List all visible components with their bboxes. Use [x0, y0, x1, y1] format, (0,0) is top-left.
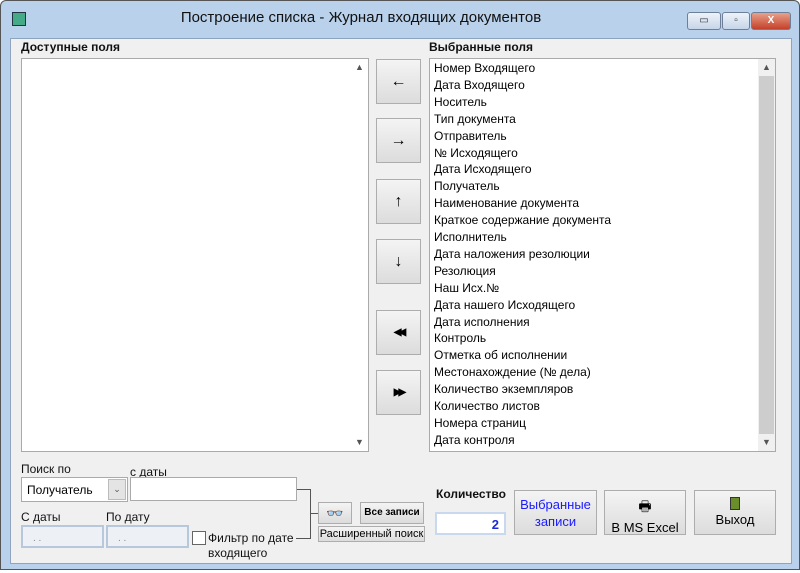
list-item[interactable]: Носитель — [434, 95, 487, 109]
advanced-search-button[interactable]: Расширенный поиск — [318, 526, 425, 542]
date-to-label: По дату — [106, 510, 150, 524]
scrollbar[interactable]: ▲ ▼ — [351, 59, 368, 451]
list-item[interactable]: Количество листов — [434, 399, 540, 413]
exit-button[interactable]: Выход — [694, 490, 776, 535]
available-fields-label: Доступные поля — [21, 40, 121, 54]
list-item[interactable]: Дата нашего Исходящего — [434, 298, 575, 312]
list-item[interactable]: Тип документа — [434, 112, 516, 126]
exit-door-icon — [730, 497, 740, 510]
move-up-button[interactable]: ↑ — [376, 179, 421, 224]
list-item[interactable]: Получатель — [434, 179, 500, 193]
list-item[interactable]: Количество экземпляров — [434, 382, 573, 396]
date-to-input[interactable]: . . — [106, 525, 189, 548]
move-left-button[interactable]: ← — [376, 59, 421, 104]
list-item[interactable]: Исполнитель — [434, 230, 507, 244]
date-filter-checkbox[interactable] — [192, 531, 206, 545]
selected-fields-label: Выбранные поля — [429, 40, 533, 54]
available-fields-list[interactable]: ▲ ▼ — [21, 58, 369, 452]
bracket-line — [310, 513, 318, 514]
bracket-line — [296, 538, 310, 539]
list-item[interactable]: Отметка об исполнении — [434, 348, 567, 362]
search-field-select[interactable]: Получатель ⌄ — [21, 477, 128, 502]
printer-icon: 🖶 — [638, 498, 652, 514]
scroll-down-icon[interactable]: ▼ — [758, 434, 775, 451]
list-item[interactable]: Наименование документа — [434, 196, 579, 210]
list-item[interactable]: Номера страниц — [434, 416, 526, 430]
chevron-down-icon[interactable]: ⌄ — [108, 479, 126, 500]
list-item[interactable]: Дата исполнения — [434, 315, 530, 329]
binoculars-icon: 👓 — [326, 505, 344, 521]
list-item[interactable]: № Исходящего — [434, 146, 518, 160]
search-input[interactable] — [130, 477, 297, 501]
move-all-left-button[interactable]: ◀◀ — [376, 310, 421, 355]
list-item[interactable]: Дата Исходящего — [434, 162, 532, 176]
close-button[interactable]: X — [751, 12, 791, 30]
date-filter-label: Фильтр по дате входящего — [208, 531, 294, 560]
move-right-button[interactable]: → — [376, 118, 421, 163]
selected-records-button[interactable]: Выбранные записи — [514, 490, 597, 535]
selected-fields-list[interactable]: Номер Входящего Дата Входящего Носитель Тип… — [429, 58, 776, 452]
window-title: Построение списка - Журнал входящих доку… — [180, 9, 542, 26]
date-from-input[interactable]: . . — [21, 525, 104, 548]
scroll-up-icon[interactable]: ▲ — [758, 59, 775, 76]
move-all-right-button[interactable]: ▶▶ — [376, 370, 421, 415]
list-item[interactable]: Дата контроля — [434, 433, 515, 447]
search-field-value: Получатель — [27, 483, 93, 497]
minimize-button[interactable]: ▭ — [687, 12, 721, 30]
list-item[interactable]: Дата Входящего — [434, 78, 525, 92]
maximize-button[interactable]: ▫ — [722, 12, 750, 30]
search-by-label: Поиск по — [21, 462, 71, 476]
list-item[interactable]: Номер Входящего — [434, 61, 535, 75]
scrollbar-thumb[interactable] — [759, 76, 774, 434]
list-item[interactable]: Резолюция — [434, 264, 496, 278]
exit-label: Выход — [715, 512, 755, 527]
bracket-line — [310, 489, 311, 539]
count-label: Количество — [436, 487, 506, 501]
list-item[interactable]: Наш Исх.№ — [434, 281, 499, 295]
search-button[interactable]: 👓 — [318, 502, 352, 524]
scroll-up-icon[interactable]: ▲ — [351, 59, 368, 76]
list-item[interactable]: Отправитель — [434, 129, 507, 143]
list-item[interactable]: Краткое содержание документа — [434, 213, 611, 227]
list-item[interactable]: Местонахождение (№ дела) — [434, 365, 591, 379]
scrollbar[interactable]: ▲ ▼ — [758, 59, 775, 451]
list-item[interactable]: Дата наложения резолюции — [434, 247, 590, 261]
excel-export-button[interactable]: 🖶 В MS Excel — [604, 490, 686, 535]
scroll-down-icon[interactable]: ▼ — [351, 434, 368, 451]
date-from-label: С даты — [21, 510, 61, 524]
count-value: 2 — [435, 512, 506, 535]
bracket-line — [297, 489, 310, 490]
excel-label: В MS Excel — [611, 520, 679, 535]
move-down-button[interactable]: ↓ — [376, 239, 421, 284]
list-item[interactable]: Контроль — [434, 331, 486, 345]
all-records-button[interactable]: Все записи — [360, 502, 424, 524]
